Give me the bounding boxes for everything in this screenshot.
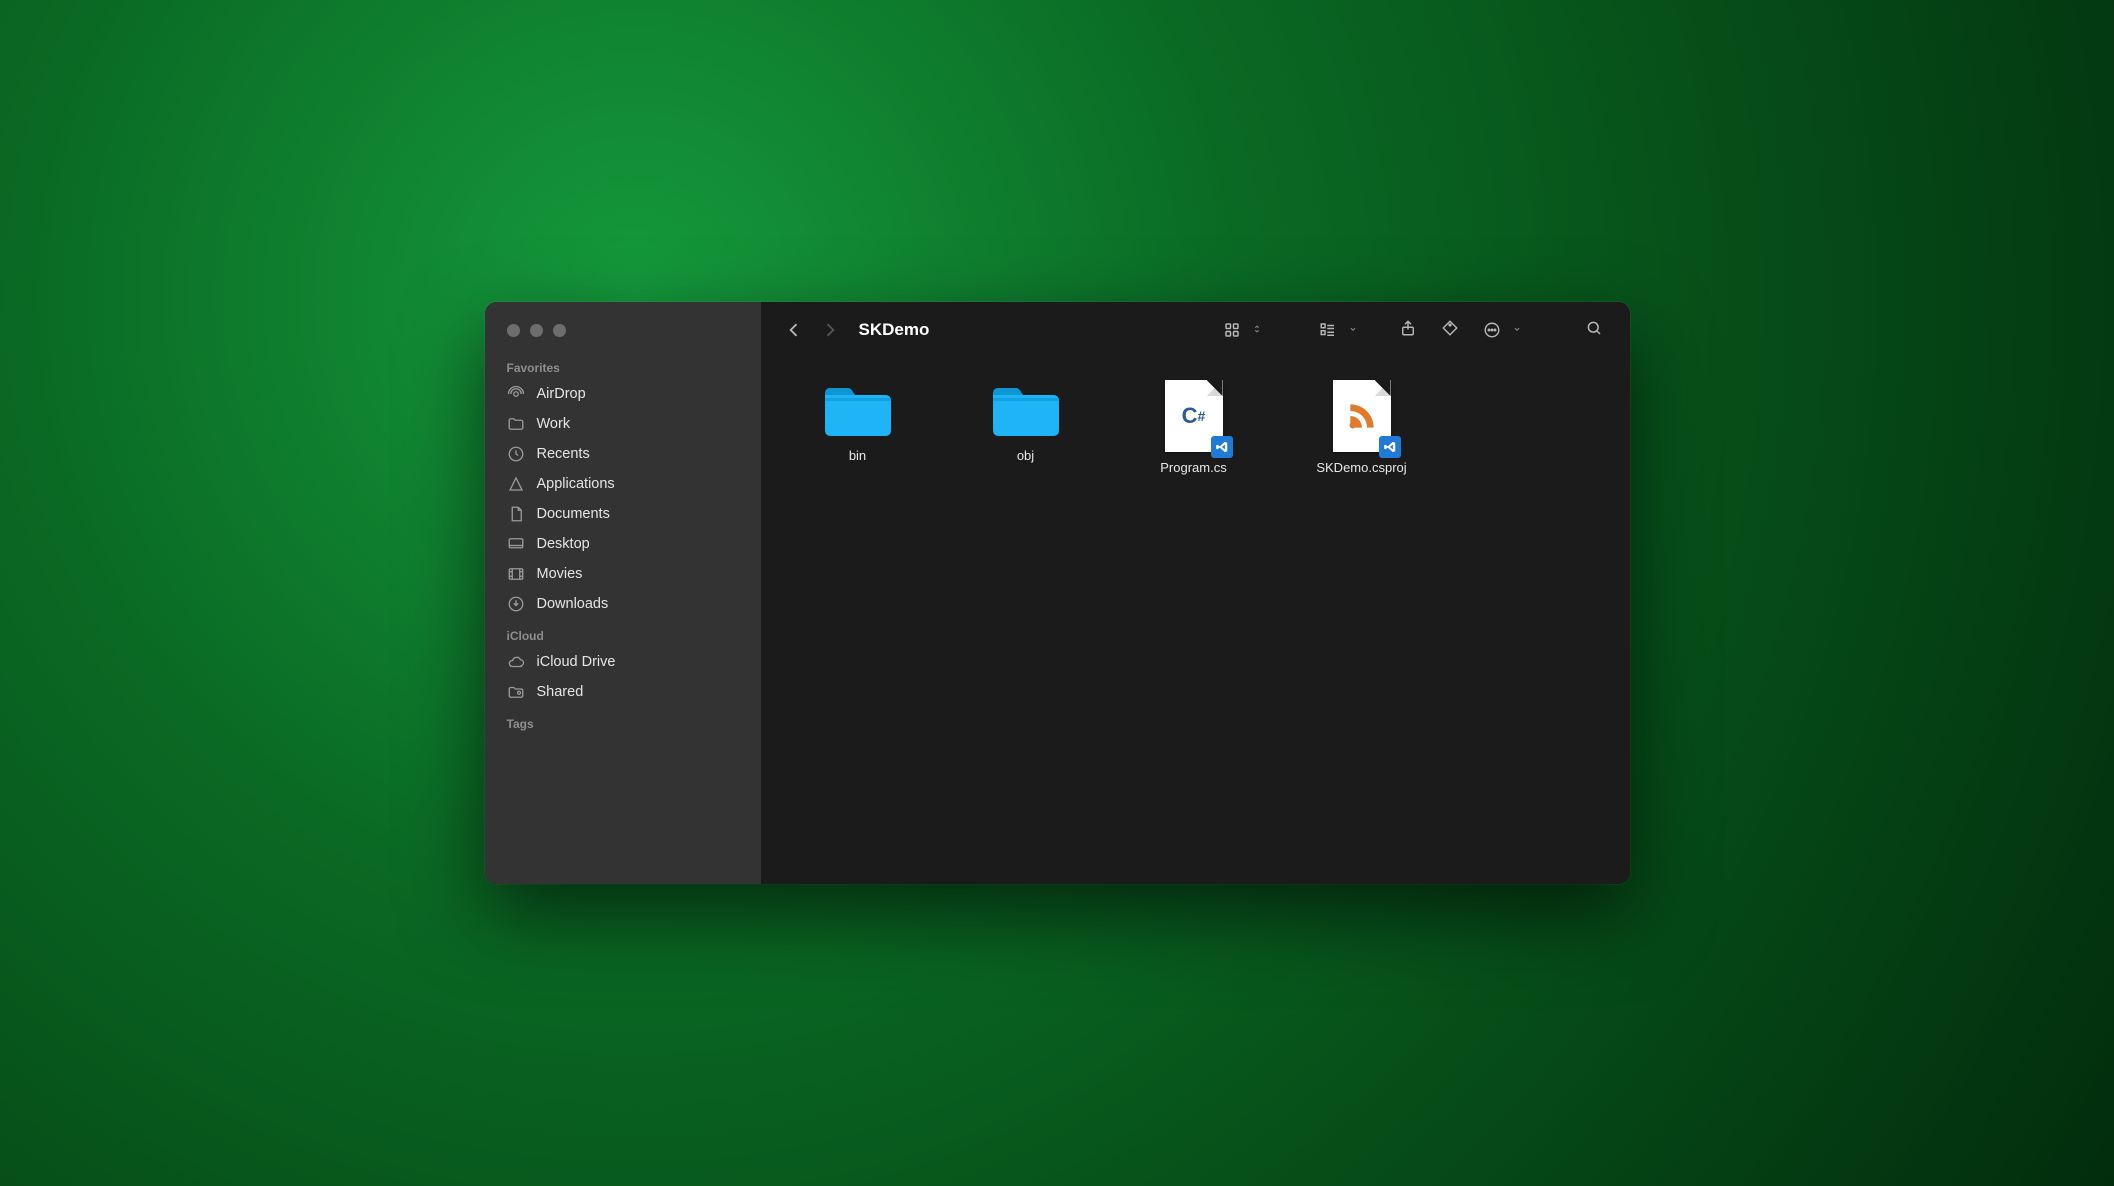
csproj-file-icon [1333, 380, 1391, 452]
search-button[interactable] [1578, 316, 1610, 344]
sidebar-item-label: Documents [537, 506, 610, 522]
file-grid: bin obj C# Program.cs [761, 358, 1630, 497]
sidebar-item-desktop[interactable]: Desktop [485, 529, 761, 559]
item-label: obj [1017, 448, 1034, 463]
sidebar-item-label: Recents [537, 446, 590, 462]
sidebar-item-movies[interactable]: Movies [485, 559, 761, 589]
item-label: SKDemo.csproj [1316, 460, 1406, 475]
forward-button[interactable] [817, 317, 843, 343]
recents-icon [507, 445, 525, 463]
group-icon [1312, 316, 1344, 344]
sidebar-item-recents[interactable]: Recents [485, 439, 761, 469]
sidebar-item-shared[interactable]: Shared [485, 677, 761, 707]
applications-icon [507, 475, 525, 493]
close-button[interactable] [507, 324, 520, 337]
sidebar-item-work[interactable]: Work [485, 409, 761, 439]
action-button[interactable] [1476, 316, 1522, 344]
folder-icon [507, 415, 525, 433]
folder-title: SKDemo [859, 320, 930, 340]
chevron-updown-icon [1252, 321, 1262, 339]
sidebar-item-documents[interactable]: Documents [485, 499, 761, 529]
group-by-button[interactable] [1312, 316, 1358, 344]
documents-icon [507, 505, 525, 523]
more-icon [1476, 316, 1508, 344]
shared-icon [507, 683, 525, 701]
folder-item-obj[interactable]: obj [973, 380, 1079, 463]
tag-icon [1441, 319, 1459, 342]
sidebar-item-label: Applications [537, 476, 615, 492]
sidebar-item-downloads[interactable]: Downloads [485, 589, 761, 619]
item-label: bin [849, 448, 866, 463]
minimize-button[interactable] [530, 324, 543, 337]
file-item-skdemo-csproj[interactable]: SKDemo.csproj [1309, 380, 1415, 475]
sidebar-item-label: iCloud Drive [537, 654, 616, 670]
finder-window: Favorites AirDrop Work Recents Applicati… [485, 302, 1630, 884]
file-item-program-cs[interactable]: C# Program.cs [1141, 380, 1247, 475]
chevron-down-icon [1348, 321, 1358, 339]
airdrop-icon [507, 385, 525, 403]
cloud-icon [507, 653, 525, 671]
sidebar-item-label: Shared [537, 684, 584, 700]
toolbar: SKDemo [761, 302, 1630, 358]
desktop-icon [507, 535, 525, 553]
view-mode-button[interactable] [1216, 316, 1262, 344]
vscode-badge-icon [1211, 436, 1233, 458]
sidebar-item-label: Desktop [537, 536, 590, 552]
back-button[interactable] [781, 317, 807, 343]
sidebar-item-label: AirDrop [537, 386, 586, 402]
item-label: Program.cs [1160, 460, 1226, 475]
csharp-file-icon: C# [1165, 380, 1223, 452]
sidebar-item-label: Movies [537, 566, 583, 582]
folder-icon [989, 380, 1063, 440]
chevron-down-icon [1512, 321, 1522, 339]
window-controls [485, 316, 761, 351]
content-area: SKDemo [761, 302, 1630, 884]
search-icon [1585, 319, 1603, 342]
vscode-badge-icon [1379, 436, 1401, 458]
share-button[interactable] [1392, 316, 1424, 344]
sidebar-item-airdrop[interactable]: AirDrop [485, 379, 761, 409]
movies-icon [507, 565, 525, 583]
sidebar-section-favorites: Favorites [485, 351, 761, 379]
sidebar-item-label: Downloads [537, 596, 609, 612]
tags-button[interactable] [1434, 316, 1466, 344]
downloads-icon [507, 595, 525, 613]
sidebar: Favorites AirDrop Work Recents Applicati… [485, 302, 761, 884]
sidebar-section-tags: Tags [485, 707, 761, 735]
icon-view-icon [1216, 316, 1248, 344]
sidebar-section-icloud: iCloud [485, 619, 761, 647]
sidebar-item-applications[interactable]: Applications [485, 469, 761, 499]
folder-item-bin[interactable]: bin [805, 380, 911, 463]
share-icon [1399, 319, 1417, 342]
sidebar-item-icloud-drive[interactable]: iCloud Drive [485, 647, 761, 677]
sidebar-item-label: Work [537, 416, 571, 432]
fullscreen-button[interactable] [553, 324, 566, 337]
folder-icon [821, 380, 895, 440]
